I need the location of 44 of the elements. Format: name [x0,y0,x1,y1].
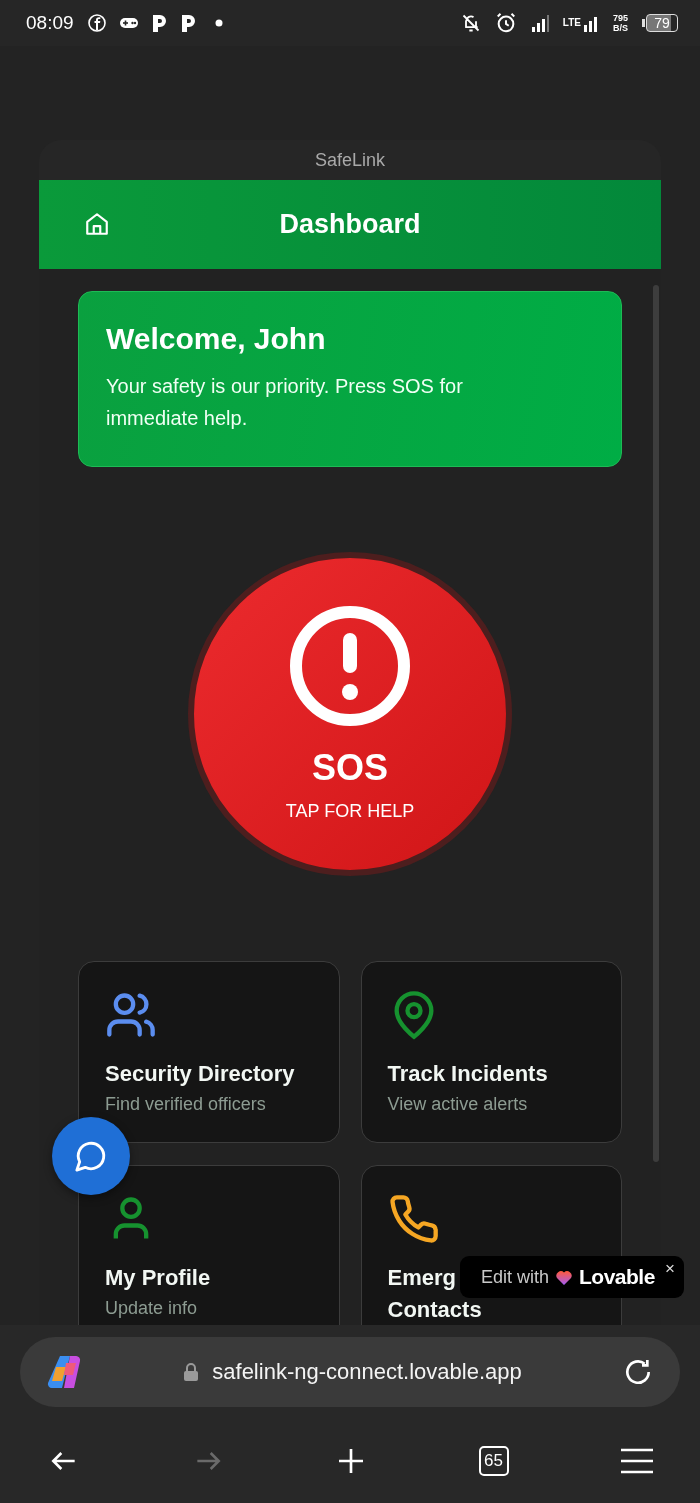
card-title: Security Directory [105,1060,295,1088]
feature-card[interactable]: My Profile Update info [78,1165,340,1325]
card-title: Track Incidents [387,1060,548,1088]
card-title: Contacts [387,1296,482,1324]
close-button[interactable]: × [665,1259,675,1279]
menu-icon[interactable] [620,1447,654,1475]
network-speed: 795 [612,13,628,23]
card-title: Emerg [387,1264,456,1292]
card-title: My Profile [105,1264,211,1292]
dot-icon [213,18,224,28]
scrollbar[interactable] [653,285,659,1162]
welcome-title: Welcome, John [106,322,327,356]
card-subtitle: View active alerts [387,1094,529,1115]
card-subtitle: Find verified officers [105,1094,267,1115]
edit-toast[interactable]: Edit with Lovable × [460,1256,684,1298]
alarm-icon [494,12,517,34]
card-subtitle: Update info [105,1298,199,1319]
p-app-icon [151,14,167,32]
heart-icon [555,1268,574,1286]
welcome-text: Your safety is our priority. Press SOS for immediate help. [106,374,464,431]
signal-icon [582,14,599,32]
clock-time: 08:09 [26,12,74,34]
lock-icon [184,1363,199,1381]
address-bar[interactable]: safelink-ng-connect.lovable.app [20,1337,680,1407]
page-title: Dashboard [279,209,421,240]
sos-label: SOS [312,747,388,789]
home-icon[interactable] [84,211,110,237]
network-type: LTE [562,18,581,28]
feature-card[interactable]: Track Incidents View active alerts [360,961,622,1143]
speed-unit: B/S [612,23,628,33]
app-title: SafeLink [314,149,386,171]
alert-icon [289,605,411,727]
url-text: safelink-ng-connect.lovable.app [212,1359,522,1385]
chat-icon [74,1139,108,1173]
sos-hint: TAP FOR HELP [285,801,415,822]
sos-button[interactable]: SOS TAP FOR HELP [188,552,512,876]
badge-text: Edit with [481,1266,550,1288]
signal-icon [530,14,549,32]
p-app-icon [180,14,196,32]
feature-card[interactable]: Security Directory Find verified officers [78,961,340,1143]
tab-count[interactable]: 65 [478,1446,509,1476]
bell-off-icon [460,13,481,33]
gamepad-icon [119,17,138,29]
facebook-icon [87,14,106,32]
